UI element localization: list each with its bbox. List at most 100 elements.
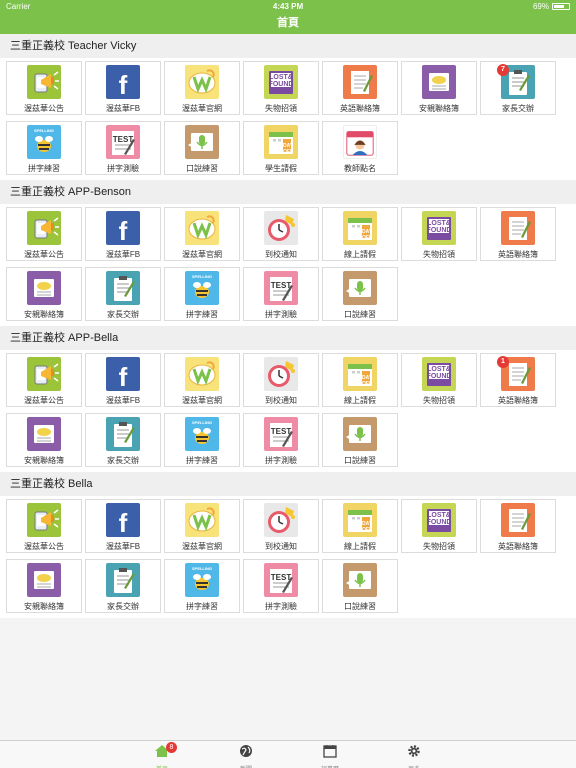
app-tile[interactable]: 安親聯絡簿 [6,559,82,613]
app-tile-label: 失物招領 [423,250,455,259]
clock: 4:43 PM [272,1,304,11]
tab-label: 行事曆 [321,764,339,768]
app-tile[interactable]: LOST& FOUND 失物招領 [401,353,477,407]
test-paper-icon: TEST [264,271,298,305]
arrival-clock-icon [264,503,298,537]
app-tile[interactable]: 到校通知 [243,207,319,261]
app-tile[interactable]: 安親聯絡簿 [6,413,82,467]
chat-notebook-icon [27,563,61,597]
app-tile[interactable]: 1 英語聯絡簿 [480,353,556,407]
app-tile[interactable]: 口說練習 [322,413,398,467]
app-tile[interactable]: 口說練習 [164,121,240,175]
lost-found-icon: LOST& FOUND [422,503,456,537]
wordsworth-logo-icon [185,503,219,537]
app-tile[interactable]: 渥茲華公告 [6,499,82,553]
app-tile-label: 線上請假 [344,542,376,551]
app-tile[interactable]: 英語聯絡簿 [480,207,556,261]
spelling-bee-icon: SPELLING [185,271,219,305]
app-tile-label: 家長交辦 [502,104,534,113]
app-tile[interactable]: SPELLING 拼字練習 [6,121,82,175]
app-tile[interactable]: SPELLING 拼字練習 [164,267,240,321]
clipboard-icon [106,563,140,597]
tab-calendar[interactable]: 行事曆 [288,741,372,768]
app-tile-label: 渥茲華官網 [182,104,222,113]
app-tile-label: 英語聯絡簿 [498,396,538,405]
app-tile[interactable]: 家長交辦 [85,413,161,467]
app-tile[interactable]: f 渥茲華FB [85,207,161,261]
app-tile[interactable]: 渥茲華官網 [164,499,240,553]
app-tile[interactable]: TEST 拼字測驗 [243,267,319,321]
test-paper-icon: TEST [264,417,298,451]
chat-notebook-icon [422,65,456,99]
app-tile[interactable]: 7 家長交辦 [480,61,556,115]
app-grid: 渥茲華公告 f 渥茲華FB 渥茲華官網 LOST& FOUND 失物招領 英語聯絡簿 安… [0,58,576,180]
app-tile-label: 到校通知 [265,250,297,259]
app-tile-label: 渥茲華官網 [182,250,222,259]
app-tile[interactable]: 渥茲華官網 [164,61,240,115]
tab-gear[interactable]: 更多 [372,741,456,768]
section-title: 三重正義校 APP-Benson [0,180,576,204]
app-tile-label: 英語聯絡簿 [340,104,380,113]
day-off-calendar-icon: DAY OFF [343,211,377,245]
app-tile[interactable]: 到校通知 [243,499,319,553]
facebook-icon: f [106,65,140,99]
app-tile[interactable]: f 渥茲華FB [85,499,161,553]
test-paper-icon: TEST [264,563,298,597]
app-tile[interactable]: 渥茲華公告 [6,207,82,261]
app-tile[interactable]: 渥茲華官網 [164,353,240,407]
app-tile[interactable]: SPELLING 拼字練習 [164,559,240,613]
app-tile[interactable]: TEST 拼字測驗 [85,121,161,175]
app-tile[interactable]: 安親聯絡簿 [6,267,82,321]
app-tile[interactable]: f 渥茲華FB [85,61,161,115]
app-tile[interactable]: 到校通知 [243,353,319,407]
day-off-calendar-icon: DAY OFF [343,503,377,537]
lost-found-icon: LOST& FOUND [264,65,298,99]
tab-home[interactable]: 8 首頁 [120,741,204,768]
app-tile[interactable]: LOST& FOUND 失物招領 [401,207,477,261]
app-tile[interactable]: DAY OFF 線上請假 [322,353,398,407]
app-tile-label: 安親聯絡簿 [24,310,64,319]
clipboard-icon [106,271,140,305]
app-tile-label: 渥茲華FB [105,542,141,551]
app-tile[interactable]: 安親聯絡簿 [401,61,477,115]
app-tile[interactable]: DAY OFF 線上請假 [322,499,398,553]
day-off-calendar-icon: DAY OFF [264,125,298,159]
app-tile[interactable]: TEST 拼字測驗 [243,559,319,613]
app-tile-label: 家長交辦 [107,456,139,465]
app-tile[interactable]: DAY OFF 學生請假 [243,121,319,175]
app-tile[interactable]: 口說練習 [322,267,398,321]
lost-found-icon: LOST& FOUND [422,357,456,391]
app-tile[interactable]: 渥茲華公告 [6,353,82,407]
app-tile[interactable]: 家長交辦 [85,267,161,321]
app-tile-label: 失物招領 [423,542,455,551]
app-tile[interactable]: 英語聯絡簿 [480,499,556,553]
tab-globe[interactable]: 新聞 [204,741,288,768]
section-title: 三重正義校 Teacher Vicky [0,34,576,58]
app-tile[interactable]: TEST 拼字測驗 [243,413,319,467]
app-tile[interactable]: DAY OFF 線上請假 [322,207,398,261]
clipboard-icon [106,417,140,451]
app-tile[interactable]: f 渥茲華FB [85,353,161,407]
test-paper-icon: TEST [106,125,140,159]
english-notebook-icon [343,65,377,99]
app-tile[interactable]: 口說練習 [322,559,398,613]
app-tile[interactable]: 家長交辦 [85,559,161,613]
app-tile-label: 渥茲華公告 [24,104,64,113]
app-tile[interactable]: 渥茲華官網 [164,207,240,261]
app-tile[interactable]: LOST& FOUND 失物招領 [243,61,319,115]
app-tile-label: 線上請假 [344,250,376,259]
arrival-clock-icon [264,211,298,245]
chat-notebook-icon [27,271,61,305]
app-tile[interactable]: 教師點名 [322,121,398,175]
app-tile[interactable]: SPELLING 拼字練習 [164,413,240,467]
app-tile[interactable]: 英語聯絡簿 [322,61,398,115]
app-tile[interactable]: LOST& FOUND 失物招領 [401,499,477,553]
notification-badge: 8 [166,742,177,753]
tab-label: 更多 [408,764,420,768]
status-bar: Carrier 4:43 PM 69% [0,0,576,12]
english-notebook-icon [501,503,535,537]
notification-badge: 1 [497,356,509,368]
day-off-calendar-icon: DAY OFF [343,357,377,391]
app-tile[interactable]: 渥茲華公告 [6,61,82,115]
spelling-bee-icon: SPELLING [185,417,219,451]
